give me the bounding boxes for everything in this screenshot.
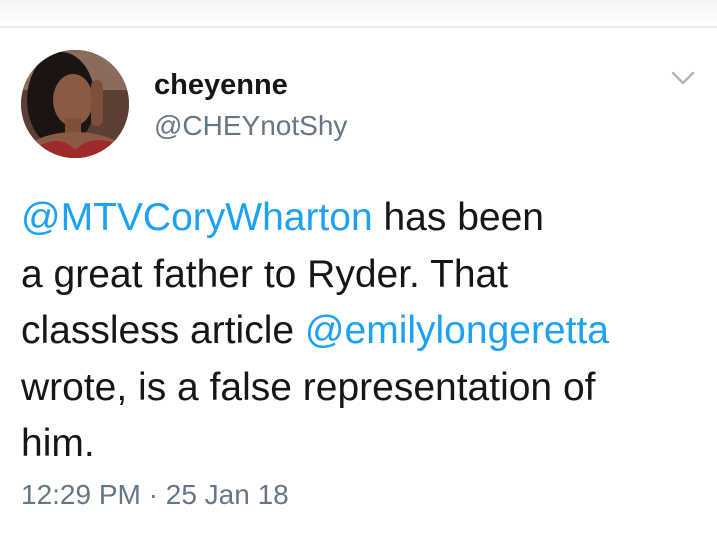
avatar[interactable]: [21, 50, 129, 158]
chevron-down-icon[interactable]: [670, 68, 696, 88]
tweet-line: classless article @emilylongeretta: [21, 303, 711, 360]
tweet-text-segment: wrote, is a false representation of: [21, 365, 596, 409]
user-handle[interactable]: @CHEYnotShy: [154, 109, 347, 143]
tweet-text-segment: a great father to Ryder. That: [21, 252, 509, 296]
tweet-time[interactable]: 12:29 PM: [21, 479, 141, 510]
tweet-card: cheyenne @CHEYnotShy @MTVCoryWharton has…: [0, 0, 717, 540]
tweet-meta: 12:29 PM · 25 Jan 18: [21, 478, 289, 512]
display-name[interactable]: cheyenne: [154, 68, 288, 102]
tweet-text-segment: classless article: [21, 309, 305, 352]
tweet-text: @MTVCoryWharton has been a great father …: [21, 190, 711, 473]
tweet-line: @MTVCoryWharton has been: [21, 190, 711, 247]
mention-link[interactable]: @MTVCoryWharton: [21, 196, 373, 239]
tweet-line: him.: [21, 416, 711, 473]
top-divider: [0, 0, 717, 28]
tweet-line: wrote, is a false representation of: [21, 360, 711, 417]
mention-link[interactable]: @emilylongeretta: [305, 309, 609, 352]
tweet-date[interactable]: 25 Jan 18: [166, 479, 289, 510]
tweet-text-segment: him.: [21, 422, 95, 465]
avatar-image: [21, 50, 129, 158]
tweet-line: a great father to Ryder. That: [21, 247, 711, 304]
tweet-text-segment: has been: [372, 196, 544, 239]
meta-separator: ·: [140, 479, 166, 510]
